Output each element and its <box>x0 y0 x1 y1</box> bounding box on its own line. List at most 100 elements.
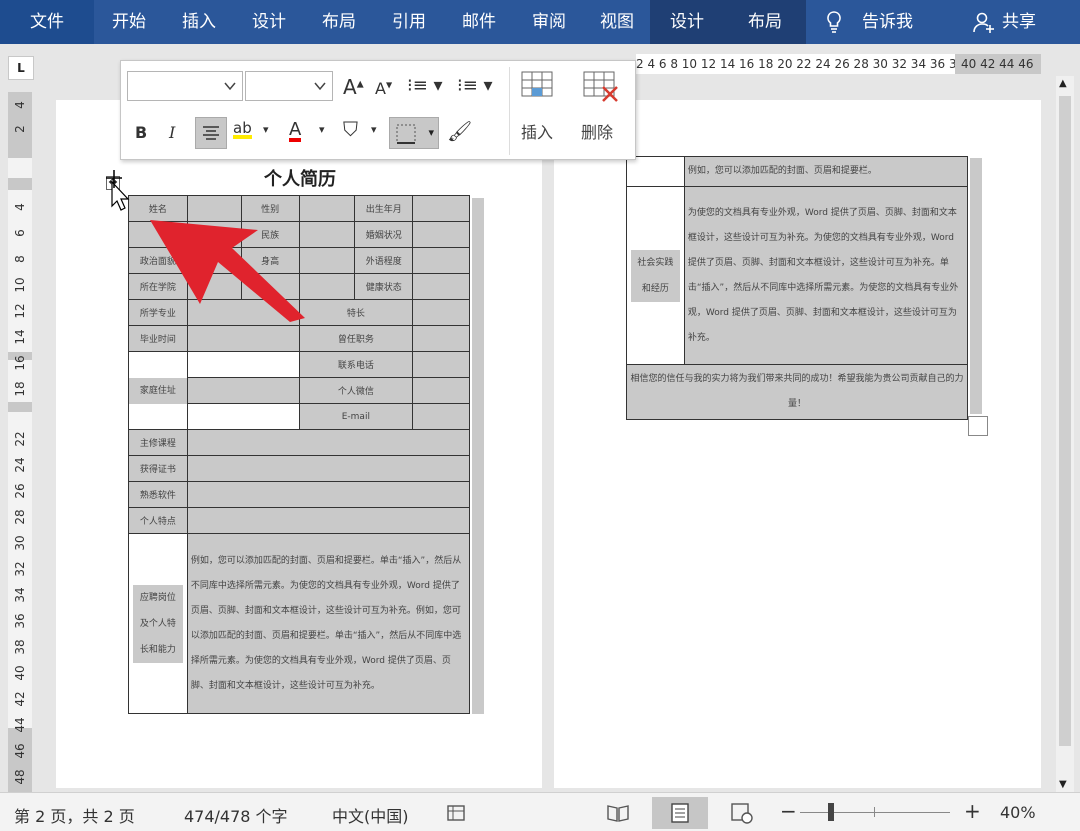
italic-button[interactable]: I <box>169 123 175 142</box>
vruler-number: 48 <box>13 769 27 785</box>
zoom-slider[interactable] <box>800 812 950 813</box>
format-painter-icon[interactable]: 🖌 <box>447 119 472 143</box>
zoom-in-button[interactable]: + <box>964 799 981 823</box>
table-cell[interactable] <box>412 273 470 300</box>
shrink-font-icon[interactable]: A▼ <box>375 79 392 98</box>
insert-button-label[interactable]: 插入 <box>521 119 553 143</box>
table-cell[interactable] <box>412 247 470 274</box>
tab-view[interactable]: 视图 <box>584 0 650 44</box>
table-cell[interactable] <box>412 221 470 248</box>
ruler-margin-mark <box>8 178 32 190</box>
vertical-scrollbar[interactable]: ▲ ▼ <box>1056 76 1074 792</box>
table-cell[interactable] <box>626 156 685 187</box>
table-row: 相信您的信任与我的实力将为我们带来共同的成功！希望我能为贵公司贡献自己的力量！ <box>626 364 968 420</box>
horizontal-ruler[interactable]: 2 4 6 8 10 12 14 16 18 20 22 24 26 28 30… <box>636 54 1041 74</box>
table-cell[interactable] <box>412 351 470 378</box>
word-count[interactable]: 474/478 个字 <box>184 803 288 827</box>
bullets-icon[interactable]: ⁝≡ ▾ <box>407 75 443 96</box>
zoom-level[interactable]: 40% <box>1000 803 1036 822</box>
table-cell[interactable]: 联系电话 <box>298 351 414 378</box>
zoom-out-button[interactable]: − <box>780 799 797 823</box>
table-cell[interactable] <box>412 299 470 326</box>
tab-insert[interactable]: 插入 <box>164 0 234 44</box>
tell-me-search[interactable]: 告诉我 <box>862 0 913 44</box>
table-end-of-row-marks <box>970 158 982 414</box>
scroll-down-icon[interactable]: ▼ <box>1059 779 1067 790</box>
shading-paint-bucket-icon[interactable]: ⛉ <box>343 117 358 141</box>
table-cell[interactable]: 为使您的文档具有专业外观，Word 提供了页眉、页脚、封面和文本框设计，这些设计… <box>683 186 969 365</box>
table-cell[interactable]: 出生年月 <box>354 195 414 222</box>
language-indicator[interactable]: 中文(中国) <box>332 803 409 827</box>
borders-button[interactable]: ▾ <box>389 117 439 149</box>
macro-record-icon[interactable] <box>446 802 468 824</box>
tab-table-design[interactable]: 设计 <box>650 0 724 44</box>
table-cell[interactable]: 主修课程 <box>128 429 188 456</box>
table-cell[interactable] <box>186 455 471 482</box>
delete-table-icon[interactable] <box>583 71 623 103</box>
read-mode-icon[interactable] <box>606 802 630 824</box>
table-cell[interactable] <box>186 507 471 534</box>
tab-references[interactable]: 引用 <box>374 0 444 44</box>
font-size-combo[interactable] <box>245 71 333 101</box>
table-cell[interactable]: 应聘岗位及个人特长和能力 <box>128 533 188 714</box>
table-row: 主修课程 <box>128 429 471 456</box>
font-color-icon[interactable]: A <box>289 119 302 142</box>
table-cell[interactable]: 熟悉软件 <box>128 481 188 508</box>
scroll-up-icon[interactable]: ▲ <box>1059 78 1067 89</box>
table-resize-handle[interactable] <box>968 416 988 436</box>
grow-font-icon[interactable]: A▲ <box>343 75 364 99</box>
highlight-icon[interactable]: ab <box>233 119 252 139</box>
share-person-icon[interactable] <box>972 10 996 34</box>
insert-table-icon[interactable] <box>521 71 555 103</box>
table-cell[interactable]: 社会实践和经历 <box>626 186 685 365</box>
table-cell[interactable] <box>412 377 470 404</box>
table-cell[interactable] <box>186 377 300 404</box>
resume-table-continued[interactable]: 例如，您可以添加匹配的封面、页眉和提要栏。 社会实践和经历 为使您的文档具有专业… <box>626 156 969 420</box>
chevron-down-icon[interactable]: ▾ <box>319 123 325 136</box>
vruler-number: 10 <box>13 277 27 293</box>
table-cell[interactable] <box>412 325 470 352</box>
numbering-icon[interactable]: ⁝≡ ▾ <box>457 75 493 96</box>
table-cell[interactable] <box>186 481 471 508</box>
table-cell[interactable]: 例如，您可以添加匹配的封面、页眉和提要栏。单击“插入”，然后从不同库中选择所需元… <box>186 533 471 714</box>
vruler-number: 28 <box>13 509 27 525</box>
table-cell[interactable]: 获得证书 <box>128 455 188 482</box>
tab-review[interactable]: 审阅 <box>514 0 584 44</box>
web-layout-icon[interactable] <box>730 802 754 824</box>
zoom-slider-thumb[interactable] <box>828 803 834 821</box>
table-cell[interactable] <box>186 403 300 430</box>
table-cell[interactable]: 例如，您可以添加匹配的封面、页眉和提要栏。 <box>683 156 969 187</box>
chevron-down-icon[interactable]: ▾ <box>263 123 269 136</box>
table-cell[interactable] <box>186 351 300 378</box>
table-cell[interactable]: 个人特点 <box>128 507 188 534</box>
tab-mailings[interactable]: 邮件 <box>444 0 514 44</box>
share-button[interactable]: 共享 <box>1002 0 1036 44</box>
print-layout-button[interactable] <box>652 797 708 829</box>
tab-selector[interactable]: L <box>8 56 34 80</box>
lightbulb-icon[interactable] <box>822 10 846 34</box>
vertical-ruler[interactable]: 4 2 4 6 8 10 12 14 16 18 22 24 26 28 30 … <box>8 92 32 792</box>
table-cell[interactable]: E-mail <box>298 403 414 430</box>
chevron-down-icon[interactable]: ▾ <box>371 123 377 136</box>
tab-layout[interactable]: 布局 <box>304 0 374 44</box>
table-cell[interactable]: 家庭住址 <box>128 351 188 430</box>
tab-file[interactable]: 文件 <box>0 0 94 44</box>
table-cell[interactable]: 婚姻状况 <box>354 221 414 248</box>
tab-design[interactable]: 设计 <box>234 0 304 44</box>
table-cell[interactable]: 外语程度 <box>354 247 414 274</box>
tab-table-layout[interactable]: 布局 <box>724 0 806 44</box>
table-cell[interactable] <box>412 195 470 222</box>
font-name-combo[interactable] <box>127 71 243 101</box>
table-cell[interactable]: 健康状态 <box>354 273 414 300</box>
delete-button-label[interactable]: 删除 <box>581 119 613 143</box>
center-align-button[interactable] <box>195 117 227 149</box>
bold-button[interactable]: B <box>135 123 147 142</box>
table-cell[interactable] <box>412 403 470 430</box>
table-cell[interactable]: 个人微信 <box>298 377 414 404</box>
table-cell[interactable]: 相信您的信任与我的实力将为我们带来共同的成功！希望我能为贵公司贡献自己的力量！ <box>626 364 968 420</box>
floating-mini-toolbar: A▲ A▼ ⁝≡ ▾ ⁝≡ ▾ 插入 删除 B I ab ▾ A ▾ ⛉ ▾ ▾… <box>120 60 636 160</box>
page-count[interactable]: 第 2 页，共 2 页 <box>14 803 135 827</box>
table-cell[interactable] <box>186 429 471 456</box>
scrollbar-thumb[interactable] <box>1059 96 1071 746</box>
tab-home[interactable]: 开始 <box>94 0 164 44</box>
